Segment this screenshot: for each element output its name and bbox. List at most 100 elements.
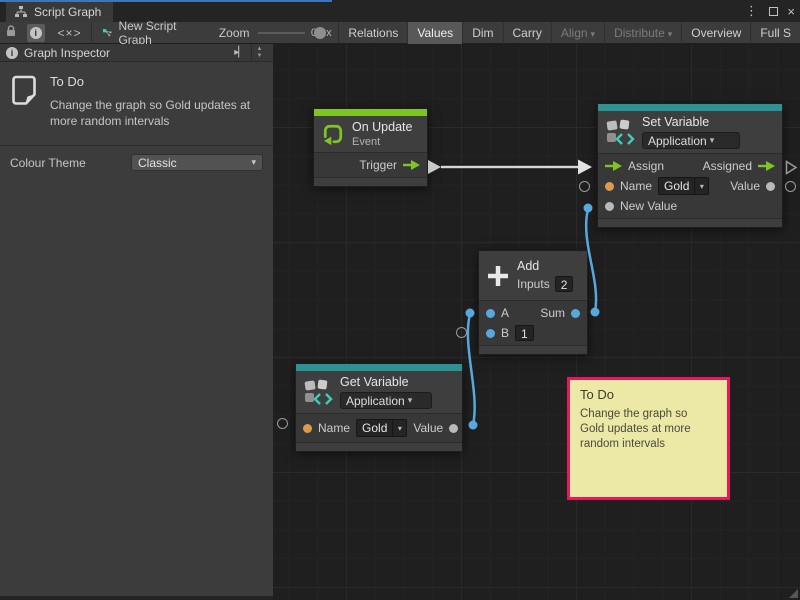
variable-scope-dropdown[interactable]: Application ▾ (642, 132, 740, 149)
bottom-strip (0, 596, 273, 600)
graph-canvas[interactable]: On Update Event Trigger (273, 44, 800, 600)
node-accent-bar (314, 109, 427, 116)
node-title: Add (517, 259, 573, 273)
node-header[interactable]: On Update Event (314, 116, 427, 153)
tab-label: Script Graph (34, 5, 101, 19)
port-row-name[interactable]: Name Gold ▾ Value (296, 416, 462, 440)
node-title: On Update (352, 120, 412, 134)
name-value-dropdown[interactable]: Gold ▾ (356, 419, 407, 437)
variable-icon (605, 118, 635, 146)
unconnected-value-port-icon[interactable] (456, 327, 467, 338)
distribute-button[interactable]: Distribute▾ (604, 22, 681, 44)
port-row-new-value[interactable]: New Value (598, 196, 782, 216)
unconnected-value-port-icon[interactable] (277, 418, 288, 429)
name-value: Gold (659, 178, 694, 194)
node-set-variable[interactable]: Set Variable Application ▾ Assign Assign… (597, 103, 783, 228)
window-close-icon[interactable]: × (787, 0, 795, 22)
port-name-label: Name (318, 421, 350, 435)
port-name-label: Name (620, 179, 652, 193)
window-maximize-icon[interactable] (769, 0, 778, 22)
port-value-label: Value (413, 421, 443, 435)
connected-port-dot (591, 308, 600, 317)
port-row-assign[interactable]: Assign Assigned (598, 156, 782, 176)
port-a-label: A (501, 306, 509, 320)
variable-scope-dropdown[interactable]: Application ▾ (340, 392, 432, 409)
inspector-header: i Graph Inspector ▸▏ ▲▼ (0, 44, 273, 62)
code-view-button[interactable]: <×> (49, 26, 91, 40)
node-add[interactable]: Add Inputs 2 A Sum (478, 250, 588, 355)
port-row-name[interactable]: Name Gold ▾ Value (598, 176, 782, 196)
sticky-note-icon (10, 74, 38, 106)
values-button[interactable]: Values (407, 22, 462, 44)
colour-theme-value: Classic (138, 156, 177, 170)
b-value-field[interactable]: 1 (515, 325, 534, 341)
new-script-graph-button[interactable]: New Script Graph (91, 19, 191, 47)
zoom-slider-handle[interactable] (314, 27, 326, 39)
port-value-label: Value (730, 179, 760, 193)
port-row-a[interactable]: A Sum (479, 303, 587, 323)
node-header[interactable]: Set Variable Application ▾ (598, 111, 782, 154)
align-button[interactable]: Align▾ (551, 22, 604, 44)
window-resize-grip[interactable] (789, 589, 798, 598)
inspector-toggle-button[interactable]: i (27, 24, 45, 42)
inputs-count-field[interactable]: 2 (555, 276, 574, 292)
zoom-slider[interactable] (258, 22, 305, 44)
value-port-icon[interactable] (766, 182, 775, 191)
node-title: Set Variable (642, 115, 740, 129)
colour-theme-row: Colour Theme Classic ▾ (0, 145, 273, 179)
port-trigger-label: Trigger (359, 158, 397, 172)
colour-theme-dropdown[interactable]: Classic ▾ (131, 154, 263, 171)
distribute-label: Distribute (614, 26, 665, 40)
sticky-note-line: random intervals (580, 437, 717, 452)
string-port-icon[interactable] (605, 182, 614, 191)
number-port-icon[interactable] (571, 309, 580, 318)
panel-scroll-spinner[interactable]: ▲▼ (251, 44, 267, 62)
node-subtitle: Event (352, 136, 412, 148)
flow-arrow-icon (403, 160, 420, 170)
node-footer (296, 442, 462, 451)
sticky-note-line: Gold updates at more (580, 422, 717, 437)
inspector-title: Graph Inspector (24, 46, 110, 60)
chevron-down-icon: ▾ (668, 29, 673, 39)
node-accent-bar (598, 104, 782, 111)
chevron-down-icon: ▾ (694, 178, 708, 194)
node-on-update[interactable]: On Update Event Trigger (313, 108, 428, 187)
number-port-icon[interactable] (486, 309, 495, 318)
unconnected-value-port-icon[interactable] (785, 181, 796, 192)
port-row-b[interactable]: B 1 (479, 323, 587, 343)
todo-title: To Do (50, 74, 262, 89)
new-graph-label: New Script Graph (118, 19, 180, 47)
sticky-note[interactable]: To Do Change the graph so Gold updates a… (567, 377, 730, 500)
relations-button[interactable]: Relations (338, 22, 407, 44)
name-value-dropdown[interactable]: Gold ▾ (658, 177, 709, 195)
variable-icon (303, 378, 333, 406)
node-get-variable[interactable]: Get Variable Application ▾ Name Gold ▾ (295, 363, 463, 452)
connected-port-dot (584, 204, 593, 213)
unconnected-value-port-icon[interactable] (579, 181, 590, 192)
node-header[interactable]: Add Inputs 2 (479, 251, 587, 301)
node-footer (598, 218, 782, 227)
flow-connection-arrowhead (578, 160, 592, 175)
todo-description: Change the graph so Gold updates at more… (50, 97, 262, 129)
lock-button[interactable] (0, 24, 23, 41)
new-graph-icon (103, 27, 112, 39)
graph-toolbar: i <×> New Script Graph Zoom 0.9x Relatio… (0, 22, 800, 44)
window-menu-icon[interactable]: ⋮ (745, 0, 758, 22)
dim-button[interactable]: Dim (462, 22, 502, 44)
value-port-icon[interactable] (449, 424, 458, 433)
port-assigned-label: Assigned (703, 159, 752, 173)
info-icon: i (6, 47, 18, 59)
value-port-icon[interactable] (605, 202, 614, 211)
dock-panel-icon[interactable]: ▸▏ (234, 47, 245, 58)
port-trigger[interactable]: Trigger (314, 155, 427, 175)
string-port-icon[interactable] (303, 424, 312, 433)
overview-button[interactable]: Overview (681, 22, 750, 44)
node-header[interactable]: Get Variable Application ▾ (296, 371, 462, 414)
number-port-icon[interactable] (486, 329, 495, 338)
chevron-down-icon: ▾ (251, 157, 256, 168)
fullscreen-button[interactable]: Full S (750, 22, 800, 44)
carry-button[interactable]: Carry (503, 22, 551, 44)
scope-value: Application (346, 394, 405, 408)
port-b-label: B (501, 326, 509, 340)
unconnected-flow-port-icon[interactable] (785, 160, 798, 175)
